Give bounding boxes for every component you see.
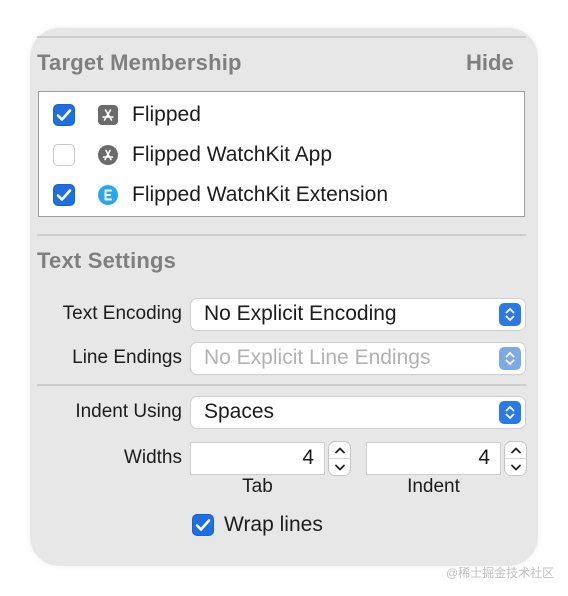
tab-width-value: 4 [302, 446, 314, 469]
chevron-up-down-icon [499, 401, 521, 424]
text-encoding-label: Text Encoding [62, 303, 182, 324]
line-endings-value: No Explicit Line Endings [204, 346, 431, 369]
list-item-flipped-watchkit-app: Flipped WatchKit App [53, 140, 332, 170]
app-store-icon [98, 105, 118, 125]
section-divider [37, 234, 526, 236]
text-settings-title: Text Settings [37, 248, 177, 273]
indent-width-label: Indent [407, 476, 460, 497]
chevron-up-down-icon [499, 347, 521, 370]
tab-width-field[interactable]: 4 [191, 443, 324, 474]
tab-width-label: Tab [242, 476, 273, 497]
section-divider [37, 384, 526, 386]
indent-width-field[interactable]: 4 [367, 443, 500, 474]
tab-width-stepper[interactable] [329, 442, 350, 475]
indent-width-stepper[interactable] [505, 442, 526, 475]
flipped-watchkit-app-checkbox[interactable] [53, 144, 75, 166]
list-item-flipped-watchkit-extension: Flipped WatchKit Extension [53, 180, 388, 210]
indent-using-popup[interactable]: Spaces [191, 397, 525, 428]
wrap-lines-label: Wrap lines [224, 513, 323, 536]
watermark: @稀土掘金技术社区 [446, 566, 555, 580]
member-label-flipped-watchkit-extension: Flipped WatchKit Extension [132, 183, 389, 206]
indent-width-value: 4 [478, 446, 490, 469]
target-membership-list: Flipped Flipped WatchKit App Flipped Wat… [38, 91, 525, 217]
text-encoding-popup[interactable]: No Explicit Encoding [191, 299, 525, 330]
member-label-flipped-watchkit-app: Flipped WatchKit App [132, 143, 332, 166]
hide-button[interactable]: Hide [466, 50, 514, 76]
checkmark-icon [195, 519, 211, 531]
chevron-down-icon[interactable] [329, 459, 350, 475]
member-label-flipped: Flipped [132, 103, 201, 126]
text-encoding-value: No Explicit Encoding [204, 302, 397, 325]
widths-label: Widths [123, 447, 182, 468]
wrap-lines-checkbox[interactable] [192, 514, 214, 536]
line-endings-label: Line Endings [72, 347, 182, 368]
indent-using-label: Indent Using [75, 401, 182, 422]
wrap-lines-toggle[interactable]: Wrap lines [192, 512, 323, 538]
flipped-watchkit-extension-checkbox[interactable] [53, 184, 75, 206]
checkmark-icon [56, 189, 72, 201]
extension-icon [98, 185, 118, 205]
chevron-up-icon[interactable] [505, 442, 526, 458]
list-item-flipped: Flipped [53, 100, 201, 130]
line-endings-popup[interactable]: No Explicit Line Endings [191, 343, 525, 374]
chevron-up-icon[interactable] [329, 442, 350, 458]
flipped-checkbox[interactable] [53, 104, 75, 126]
top-divider [37, 36, 526, 38]
target-membership-title: Target Membership [37, 50, 242, 75]
indent-using-value: Spaces [204, 400, 275, 423]
checkmark-icon [56, 109, 72, 121]
chevron-up-down-icon [499, 303, 521, 326]
chevron-down-icon[interactable] [505, 459, 526, 475]
app-store-icon [98, 145, 118, 165]
